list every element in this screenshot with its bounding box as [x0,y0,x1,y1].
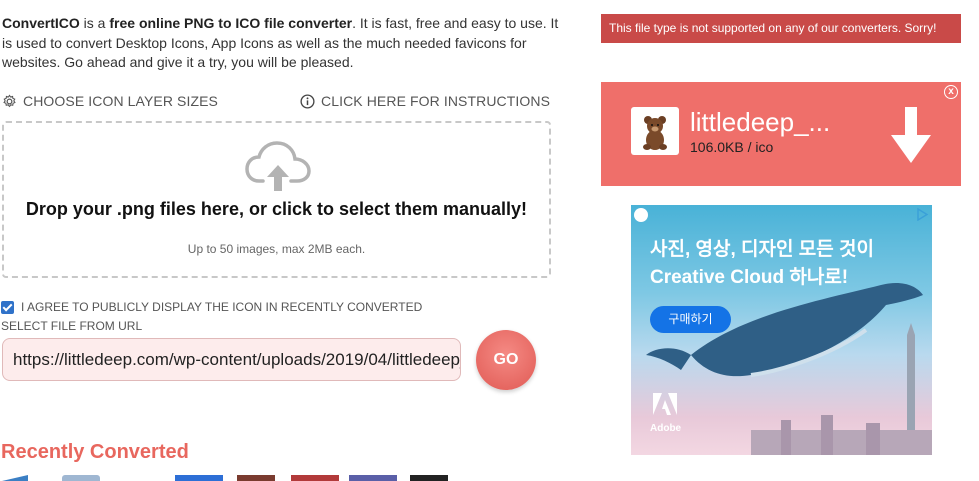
recent-thumb[interactable] [410,475,448,481]
download-arrow-icon[interactable] [891,107,931,163]
close-icon[interactable]: x [944,85,958,99]
recent-thumb[interactable] [237,475,275,481]
recent-thumb[interactable] [175,475,223,481]
download-filename: littledeep_... [690,107,831,137]
agree-checkbox[interactable] [1,300,14,314]
ad-privacy-icon[interactable] [634,208,648,222]
recent-thumb[interactable] [349,475,397,481]
dropzone-title: Drop your .png files here, or click to s… [25,199,528,219]
agree-label: I AGREE TO PUBLICLY DISPLAY THE ICON IN … [21,300,423,314]
ad-subheadline: Creative Cloud 하나로! [650,267,849,288]
download-filesize: 106.0KB / ico [690,139,774,155]
agree-row: I AGREE TO PUBLICLY DISPLAY THE ICON IN … [1,300,422,314]
intro-text: ConvertICO is a free online PNG to ICO f… [2,14,562,73]
ad-brand-label: Adobe [650,423,682,434]
recent-thumb[interactable] [291,475,339,481]
ad-choices-icon[interactable] [916,208,929,221]
intro-bold: free online PNG to ICO file converter [109,15,353,31]
info-icon [300,93,315,109]
download-card[interactable]: x littledeep_... 106.0KB / ico [601,82,961,186]
instructions-label: CLICK HERE FOR INSTRUCTIONS [321,93,551,109]
brand-name: ConvertICO [2,15,80,31]
cloud-upload-icon [245,141,311,191]
layer-sizes-label: CHOOSE ICON LAYER SIZES [23,93,218,109]
error-banner: This file type is not supported on any o… [601,14,961,43]
dropzone-subtitle: Up to 50 images, max 2MB each. [187,242,366,256]
recent-thumb[interactable] [2,475,28,481]
recent-thumb[interactable] [62,475,100,481]
gear-icon [3,94,16,107]
ad-buy-button[interactable]: 구매하기 [650,306,731,333]
ad-headline: 사진, 영상, 디자인 모든 것이 [650,239,874,260]
intro-part: is a [79,15,110,31]
instructions-link[interactable]: CLICK HERE FOR INSTRUCTIONS [300,93,550,109]
advertisement[interactable]: 사진, 영상, 디자인 모든 것이 Creative Cloud 하나로! 구매… [631,205,932,455]
go-button[interactable]: GO [476,330,536,390]
bear-icon [643,116,667,150]
url-label: SELECT FILE FROM URL [1,319,143,333]
recently-converted-heading: Recently Converted [1,441,189,463]
choose-layer-sizes-link[interactable]: CHOOSE ICON LAYER SIZES [2,93,218,109]
file-thumbnail [631,107,679,155]
url-input[interactable]: https://littledeep.com/wp-content/upload… [2,338,461,381]
file-dropzone[interactable]: Drop your .png files here, or click to s… [2,121,551,278]
adobe-logo-icon [653,393,677,415]
